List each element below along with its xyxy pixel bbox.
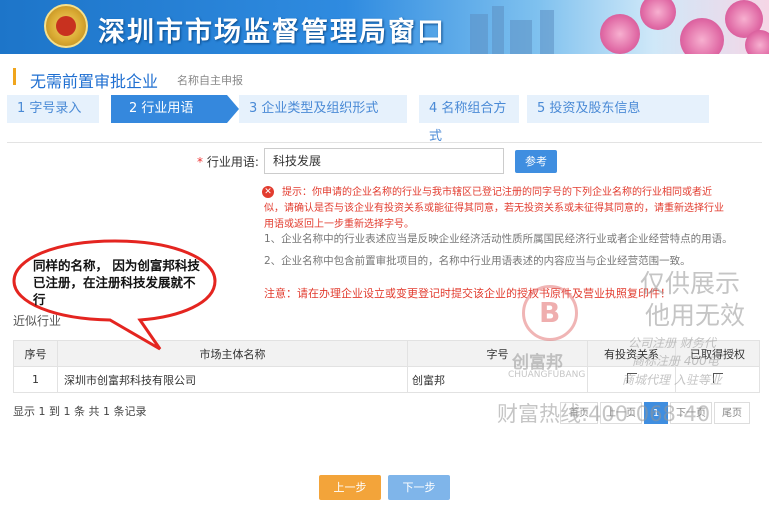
watermark-line1: 仅供展示 [640,269,741,298]
banner-title: 深圳市市场监督管理局窗口 [98,17,446,48]
authorization-warning: 注意：请在办理企业设立或变更登记时提交该企业的授权书原件及营业执照复印件！ [264,287,671,300]
next-step-button[interactable]: 下一步 [388,475,450,500]
page-subtitle: 名称自主申报 [177,74,243,87]
step-3[interactable]: 3 企业类型及组织形式 [239,95,407,123]
step-2-active[interactable]: 2 行业用语 [111,95,227,123]
row-company-name: 深圳市创富邦科技有限公司 [57,366,408,393]
step-1[interactable]: 1 字号录入 [7,95,99,123]
divider [7,142,762,143]
pager-last[interactable]: 尾页 [714,402,750,424]
reference-button[interactable]: 参考 [515,150,557,173]
watermark-service-3: 商城代理 入驻等业 [622,373,722,387]
step-5[interactable]: 5 投资及股东信息 [527,95,709,123]
page-title: 无需前置审批企业 [30,72,159,91]
annotation-text: 同样的名称， 因为创富邦科技已注册，在注册科技发展就不行 [33,258,200,307]
step-progress: 1 字号录入 2 行业用语 3 企业类型及组织形式 4 名称组合方式 5 投资及… [7,95,709,144]
watermark-line2: 他用无效 [645,301,746,330]
record-count: 显示 1 到 1 条 共 1 条记录 [13,405,147,418]
conflict-tip: 提示：你申请的企业名称的行业与我市辖区已登记注册的同字号的下列企业名称的行业相同… [264,187,724,230]
industry-input[interactable]: 科技发展 [264,148,504,174]
site-banner: 深圳市市场监督管理局窗口 [0,0,769,54]
watermark-logo-icon: B [522,285,578,341]
previous-step-button[interactable]: 上一步 [319,475,381,500]
rule-note-1: 1、企业名称中的行业表述应当是反映企业经济活动性质所属国民经济行业或者企业经营特… [264,233,733,245]
watermark-service-2: 商标注册 400电 [632,354,719,368]
watermark-brand-en: CHUANGFUBANG [508,370,586,380]
step-4[interactable]: 4 名称组合方式 [419,95,519,144]
national-emblem-icon [44,4,88,48]
required-mark: * [197,155,207,169]
watermark-service-1: 公司注册 财务代 [628,336,716,350]
title-accent-bar [13,68,16,85]
row-index: 1 [13,366,58,393]
industry-label-text: 行业用语: [206,155,259,169]
watermark-hotline: 财富热线:400-068-40 [497,402,711,426]
step-arrow [227,95,239,123]
rule-note-2: 2、企业名称中包含前置审批项目的，名称中行业用语表述的内容应当与企业经营范围一致… [264,255,691,267]
industry-label: * 行业用语: [197,153,259,170]
